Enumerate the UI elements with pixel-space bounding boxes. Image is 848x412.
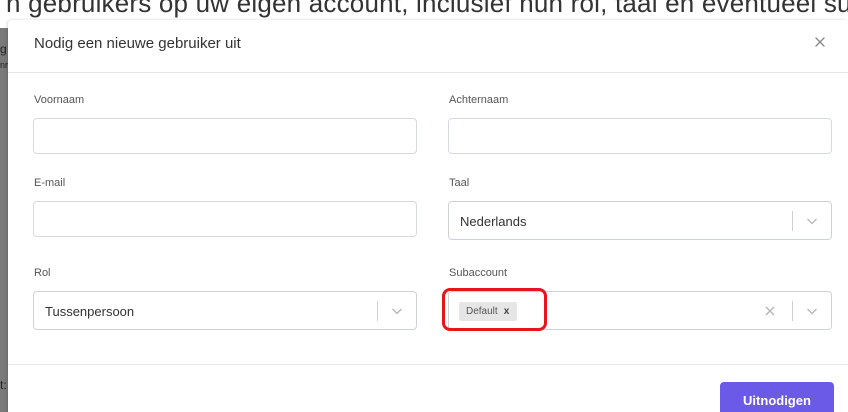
select-separator — [792, 211, 793, 231]
modal-header: Nodig een nieuwe gebruiker uit — [8, 20, 848, 73]
close-icon[interactable] — [812, 34, 828, 50]
role-select[interactable]: Tussenpersoon — [33, 291, 417, 330]
background-overlay-edge — [0, 28, 8, 412]
email-label: E-mail — [34, 177, 66, 189]
last-name-input[interactable] — [448, 118, 832, 154]
language-select[interactable]: Nederlands — [448, 201, 832, 240]
language-select-value: Nederlands — [460, 214, 527, 229]
role-select-value: Tussenpersoon — [45, 304, 135, 319]
chevron-down-icon[interactable] — [803, 212, 821, 230]
first-name-input[interactable] — [33, 118, 417, 154]
close-icon-glyph — [815, 37, 825, 47]
role-label: Rol — [34, 267, 51, 279]
language-label: Taal — [449, 177, 470, 189]
select-separator — [792, 301, 793, 321]
first-name-label: Voornaam — [34, 94, 85, 106]
chevron-down-icon[interactable] — [803, 302, 821, 320]
select-separator — [377, 301, 378, 321]
background-page-text: n gebruikers op uw eigen account, inclus… — [6, 0, 848, 18]
invite-user-modal: Nodig een nieuwe gebruiker uit Voornaam … — [8, 20, 848, 412]
email-input[interactable] — [33, 201, 417, 237]
chevron-down-icon[interactable] — [388, 302, 406, 320]
background-fragment: t: — [0, 378, 7, 392]
invite-button[interactable]: Uitnodigen — [720, 382, 834, 412]
modal-title: Nodig een nieuwe gebruiker uit — [34, 35, 241, 52]
subaccount-label: Subaccount — [449, 267, 508, 279]
background-fragment: g — [0, 42, 7, 56]
modal-footer-divider — [8, 364, 848, 365]
highlight-annotation — [442, 288, 547, 331]
clear-icon[interactable] — [763, 302, 777, 320]
last-name-label: Achternaam — [449, 94, 509, 106]
background-fragment: nr — [0, 60, 9, 70]
